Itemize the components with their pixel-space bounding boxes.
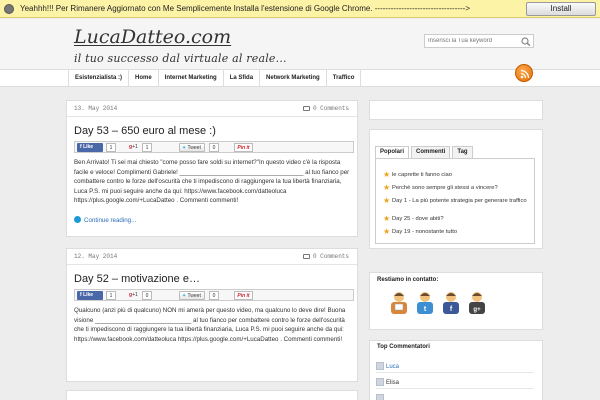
popular-post-item[interactable]: ★ Perchè sono sempre gli stessi a vincere…	[383, 183, 534, 192]
continue-reading-link[interactable]: Continue reading...	[74, 216, 136, 224]
commenter-item[interactable]: Luca	[376, 361, 534, 373]
nav-item-traffico[interactable]: Traffico	[327, 70, 362, 87]
search-input[interactable]	[428, 36, 514, 46]
comment-icon	[302, 106, 310, 111]
nav-item-internet-marketing[interactable]: Internet Marketing	[159, 70, 224, 87]
nav-item-esistenzialista[interactable]: Esistenzialista :)	[69, 70, 130, 87]
contact-widget-title: Restiamo in contatto:	[377, 277, 439, 283]
site-tagline: il tuo successo dal virtuale al reale...	[74, 52, 287, 65]
post-excerpt: Qualcuno (anzi più di qualcuno) NON mi a…	[74, 307, 346, 343]
avatar	[376, 362, 384, 370]
twitter-icon[interactable]: t	[412, 290, 438, 316]
arrow-icon	[74, 216, 81, 223]
commenter-item[interactable]	[376, 393, 534, 400]
facebook-like-count: 1	[106, 143, 116, 152]
nav-item-la-sfida[interactable]: La Sfida	[224, 70, 261, 87]
nav-item-home[interactable]: Home	[129, 70, 159, 87]
popular-post-item[interactable]: ★ Day 1 - La più potente strategia per ge…	[383, 196, 534, 205]
star-icon: ★	[383, 227, 391, 236]
avatar	[376, 378, 384, 386]
post-date: 13. May 2014	[74, 105, 118, 112]
commenter-item[interactable]: Elisa	[376, 377, 534, 389]
top-commenters-title: Top Commentatori	[377, 344, 430, 350]
site-logo[interactable]: LucaDatteo.com	[74, 26, 231, 48]
post-date: 12. May 2014	[74, 253, 118, 260]
popular-post-item[interactable]: ★ le caprette ti fanno ciao	[383, 170, 534, 179]
facebook-icon[interactable]: f	[438, 290, 464, 316]
tweet-count: 0	[209, 291, 219, 300]
post-comments-link[interactable]: 0 Comments	[302, 253, 349, 260]
star-icon: ★	[383, 183, 391, 192]
star-icon: ★	[383, 214, 391, 223]
share-bar: f Like 1 g+1 0 ✦ Tweet 0 Pin it	[74, 289, 354, 301]
post-comments-link[interactable]: 0 Comments	[302, 105, 349, 112]
post-title[interactable]: Day 52 – motivazione e…	[74, 273, 200, 285]
blog-post: 13. May 2014 0 Comments Day 53 – 650 eur…	[66, 100, 358, 237]
popular-post-item[interactable]: ★ Day 19 - nonostante tutto	[383, 227, 534, 236]
popular-post-item[interactable]: ★ Day 25 - dove abiti?	[383, 214, 534, 223]
blog-post	[66, 390, 358, 400]
sidebar-ad-block	[369, 100, 543, 120]
notification-message: Yeahhh!!! Per Rimanere Aggiornato con Me…	[20, 4, 471, 13]
google-plus-icon[interactable]: g+	[464, 290, 490, 316]
star-icon: ★	[383, 196, 391, 205]
post-title[interactable]: Day 53 – 650 euro al mese :)	[74, 125, 216, 137]
tweet-button[interactable]: ✦ Tweet	[179, 143, 205, 152]
facebook-like-button[interactable]: f Like	[77, 143, 103, 152]
email-icon[interactable]	[386, 290, 412, 316]
star-icon: ★	[383, 170, 391, 179]
comment-icon	[302, 254, 310, 259]
post-meta	[67, 391, 357, 400]
pin-it-button[interactable]: Pin it	[234, 143, 253, 152]
google-plus-count: 0	[142, 291, 152, 300]
pin-it-button[interactable]: Pin it	[234, 291, 253, 300]
install-button[interactable]: Install	[526, 2, 596, 16]
site-header: LucaDatteo.com il tuo successo dal virtu…	[0, 19, 600, 69]
main-nav: Esistenzialista :) Home Internet Marketi…	[0, 69, 600, 87]
share-bar: f Like 1 g+1 1 ✦ Tweet 0 Pin it	[74, 141, 354, 153]
google-plus-count: 1	[142, 143, 152, 152]
facebook-like-count: 1	[106, 291, 116, 300]
search-box	[424, 34, 534, 48]
svg-text:g+: g+	[473, 307, 481, 313]
tweet-count: 0	[209, 143, 219, 152]
twitter-icon: ✦	[182, 145, 187, 151]
puzzle-icon	[4, 4, 14, 14]
facebook-like-button[interactable]: f Like	[77, 291, 103, 300]
popular-posts-list: ★ le caprette ti fanno ciao ★ Perchè sono …	[375, 158, 535, 244]
blog-post: 12. May 2014 0 Comments Day 52 – motivaz…	[66, 248, 358, 382]
rss-icon[interactable]	[515, 64, 533, 82]
nav-item-network-marketing[interactable]: Network Marketing	[260, 70, 327, 87]
post-excerpt: Ben Arrivato! Ti sei mai chiesto "come p…	[74, 159, 350, 204]
avatar	[376, 394, 384, 400]
post-meta: 12. May 2014 0 Comments	[67, 249, 357, 265]
search-icon[interactable]	[521, 37, 531, 46]
extension-notification-bar: Yeahhh!!! Per Rimanere Aggiornato con Me…	[0, 0, 600, 18]
post-meta: 13. May 2014 0 Comments	[67, 101, 357, 117]
twitter-icon: ✦	[182, 293, 187, 299]
tweet-button[interactable]: ✦ Tweet	[179, 291, 205, 300]
